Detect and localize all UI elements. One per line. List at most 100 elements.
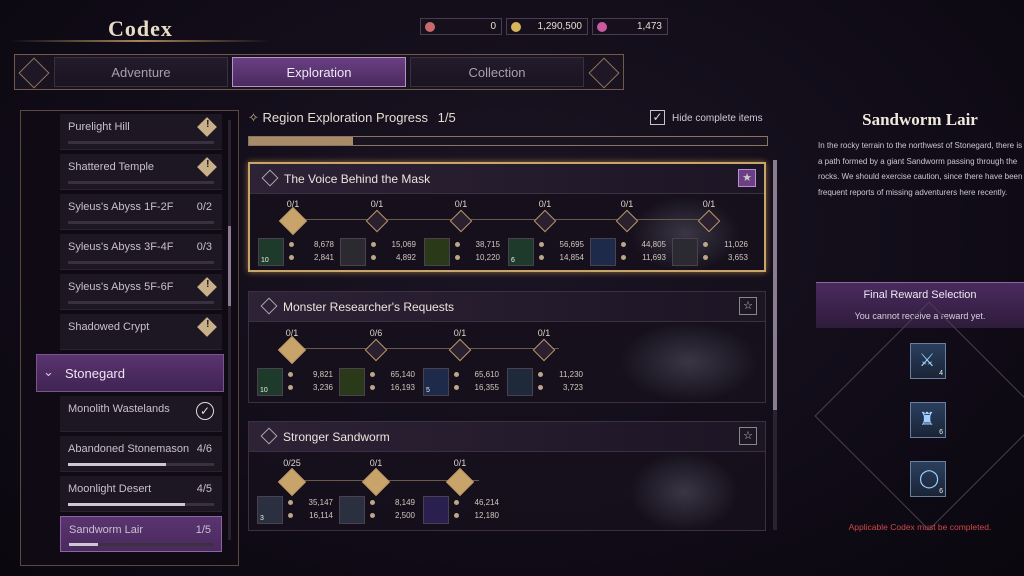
stage-node[interactable] (448, 338, 472, 362)
tab-prev-arrow-icon[interactable] (18, 57, 50, 89)
region-count: 0/3 (196, 241, 212, 253)
reward-values: 15,069 4,892 (368, 238, 418, 268)
region-item[interactable]: Purelight Hill (60, 114, 222, 150)
creature-icon (672, 238, 698, 266)
stage-node[interactable] (445, 467, 475, 497)
reward-qty: 10 (261, 257, 269, 264)
region-item[interactable]: Syleus's Abyss 5F-6F (60, 274, 222, 310)
region-item[interactable]: Monolith Wastelands ✓ (60, 396, 222, 432)
stage-node[interactable] (533, 209, 557, 233)
region-item[interactable]: Shattered Temple (60, 154, 222, 190)
stage-count: 0/6 (369, 328, 383, 338)
reward-values: 38,715 10,220 (452, 238, 502, 268)
reward-item[interactable]: 10 8,678 2,841 (258, 238, 336, 268)
star-icon[interactable]: ★ (738, 169, 756, 187)
stage-node[interactable] (532, 338, 556, 362)
hide-complete-checkbox[interactable]: ✓ (650, 110, 665, 125)
warning-icon (197, 157, 217, 177)
crystal-icon: 10 (258, 238, 284, 266)
region-scroll-thumb[interactable] (228, 226, 231, 306)
reward-item[interactable]: 15,069 4,892 (340, 238, 418, 268)
reward-item[interactable]: 6 56,695 14,854 (508, 238, 586, 268)
final-reward-item[interactable]: ◯ 6 (910, 461, 946, 497)
reward-item[interactable]: 5 65,610 16,355 (423, 368, 501, 398)
reward-values: 65,610 16,355 (451, 368, 501, 398)
reward-item[interactable]: 65,140 16,193 (339, 368, 417, 398)
reward-value: 11,026 (703, 238, 750, 251)
region-label: Moonlight Desert (68, 483, 152, 495)
reward-values: 56,695 14,854 (536, 238, 586, 268)
stage-node[interactable] (365, 209, 389, 233)
stage-count: 0/1 (453, 328, 467, 338)
stage-node[interactable] (277, 467, 307, 497)
reward-value: 65,610 (454, 368, 501, 381)
reward-qty: 3 (260, 515, 264, 522)
exploration-progress-header: ✧ Region Exploration Progress 1/5 (248, 110, 456, 126)
reward-values: 9,821 3,236 (285, 368, 335, 398)
diamond-icon (260, 427, 278, 445)
quest-card[interactable]: Stronger Sandworm ☆ 0/25 0/1 0/1 3 35,14… (248, 421, 766, 532)
region-label: Abandoned Stonemason (68, 443, 190, 455)
reward-item[interactable]: 38,715 10,220 (424, 238, 502, 268)
reward-value: 16,193 (370, 381, 417, 394)
star-icon[interactable]: ☆ (739, 427, 757, 445)
quest-card[interactable]: Monster Researcher's Requests ☆ 0/1 0/6 … (248, 291, 766, 403)
region-item[interactable]: Abandoned Stonemason 4/6 (60, 436, 222, 472)
crossed-swords-icon: ⚔ (919, 350, 936, 370)
stage-count: 0/1 (454, 199, 468, 209)
reward-item[interactable]: 11,026 3,653 (672, 238, 750, 268)
region-item-selected[interactable]: Sandworm Lair 1/5 (60, 516, 222, 552)
stage-node[interactable] (449, 209, 473, 233)
region-group-stonegard[interactable]: ⌄ Stonegard (36, 354, 224, 392)
stage-node[interactable] (361, 467, 391, 497)
stage-node[interactable] (278, 206, 308, 236)
tab-bar: Adventure Exploration Collection (14, 54, 624, 90)
book-icon (507, 368, 533, 396)
region-item[interactable]: Moonlight Desert 4/5 (60, 476, 222, 512)
tab-next-arrow-icon[interactable] (588, 57, 620, 89)
stage-node[interactable] (364, 338, 388, 362)
tab-adventure[interactable]: Adventure (54, 57, 228, 87)
region-label: Shadowed Crypt (68, 321, 150, 333)
reward-values: 8,678 2,841 (286, 238, 336, 268)
currency-gold: 1,290,500 (506, 18, 588, 35)
reward-values: 11,230 3,723 (535, 368, 585, 398)
reward-value: 16,114 (288, 509, 335, 522)
reward-qty: 6 (939, 488, 943, 495)
region-item[interactable]: Shadowed Crypt (60, 314, 222, 350)
stage-node[interactable] (277, 335, 307, 365)
tab-collection[interactable]: Collection (410, 57, 584, 87)
region-count: 0/2 (196, 201, 212, 213)
region-item[interactable]: Syleus's Abyss 1F-2F 0/2 (60, 194, 222, 230)
region-scrollbar[interactable] (228, 120, 231, 540)
reward-item[interactable]: 10 9,821 3,236 (257, 368, 335, 398)
reward-item[interactable]: 3 35,147 16,114 (257, 496, 335, 526)
ring-icon (424, 238, 450, 266)
reward-value: 3,723 (538, 381, 585, 394)
reward-value: 16,355 (454, 381, 501, 394)
quest-scroll-thumb[interactable] (773, 160, 777, 410)
region-item[interactable]: Syleus's Abyss 3F-4F 0/3 (60, 234, 222, 270)
reward-item[interactable]: 8,149 2,500 (339, 496, 417, 526)
final-reward-item[interactable]: ♜ 6 (910, 402, 946, 438)
reward-item[interactable]: 11,230 3,723 (507, 368, 585, 398)
quest-card[interactable]: The Voice Behind the Mask ★ 0/1 0/1 0/1 … (248, 162, 766, 272)
gem-icon (597, 22, 607, 32)
ticket-icon (425, 22, 435, 32)
region-label: Shattered Temple (68, 161, 155, 173)
reward-value: 65,140 (370, 368, 417, 381)
reward-value: 2,841 (289, 251, 336, 264)
reward-value: 3,653 (703, 251, 750, 264)
codex-screen: Codex 0 1,290,500 1,473 Adventure Explor… (0, 0, 1024, 576)
creature-icon (340, 238, 366, 266)
star-icon[interactable]: ☆ (739, 297, 757, 315)
tab-exploration[interactable]: Exploration (232, 57, 406, 87)
gem-green-icon: 6 (508, 238, 534, 266)
detail-description: In the rocky terrain to the northwest of… (818, 141, 1023, 197)
reward-values: 8,149 2,500 (367, 496, 417, 526)
reward-qty: 10 (260, 387, 268, 394)
final-reward-item[interactable]: ⚔ 4 (910, 343, 946, 379)
reward-item[interactable]: 46,214 12,180 (423, 496, 501, 526)
region-label: Syleus's Abyss 3F-4F (68, 241, 174, 253)
reward-item[interactable]: 44,805 11,693 (590, 238, 668, 268)
